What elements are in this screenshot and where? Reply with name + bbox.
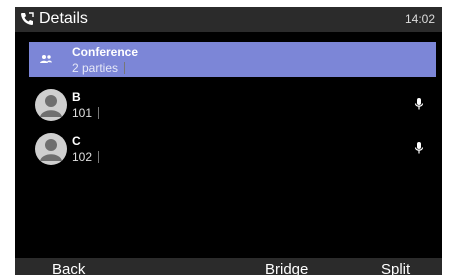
call-name: C — [72, 134, 81, 148]
call-item-b[interactable]: B 101 — [29, 87, 436, 122]
back-button[interactable]: Back — [52, 262, 85, 275]
call-subtext: 2 parties — [72, 61, 126, 75]
avatar — [35, 89, 67, 121]
avatar — [35, 133, 67, 165]
softkey-bar: Back Bridge Split — [15, 258, 442, 275]
mic-icon — [414, 142, 424, 154]
call-name: Conference — [72, 45, 139, 59]
clock: 14:02 — [404, 12, 435, 26]
status-bar: Details 14:02 — [15, 7, 442, 32]
conference-icon — [40, 55, 52, 63]
call-details-icon — [21, 12, 34, 25]
text-caret — [98, 107, 100, 119]
bridge-button[interactable]: Bridge — [265, 262, 308, 275]
call-number: 102 — [72, 150, 100, 164]
call-number: 101 — [72, 106, 100, 120]
split-button[interactable]: Split — [381, 262, 410, 275]
mic-icon — [414, 98, 424, 110]
text-caret — [98, 151, 100, 163]
phone-screen: Details 14:02 Conference 2 parties B 101 — [15, 7, 442, 275]
call-name: B — [72, 90, 81, 104]
text-caret — [124, 62, 126, 74]
call-item-c[interactable]: C 102 — [29, 131, 436, 166]
page-title: Details — [39, 10, 88, 27]
call-item-conference[interactable]: Conference 2 parties — [29, 42, 436, 77]
